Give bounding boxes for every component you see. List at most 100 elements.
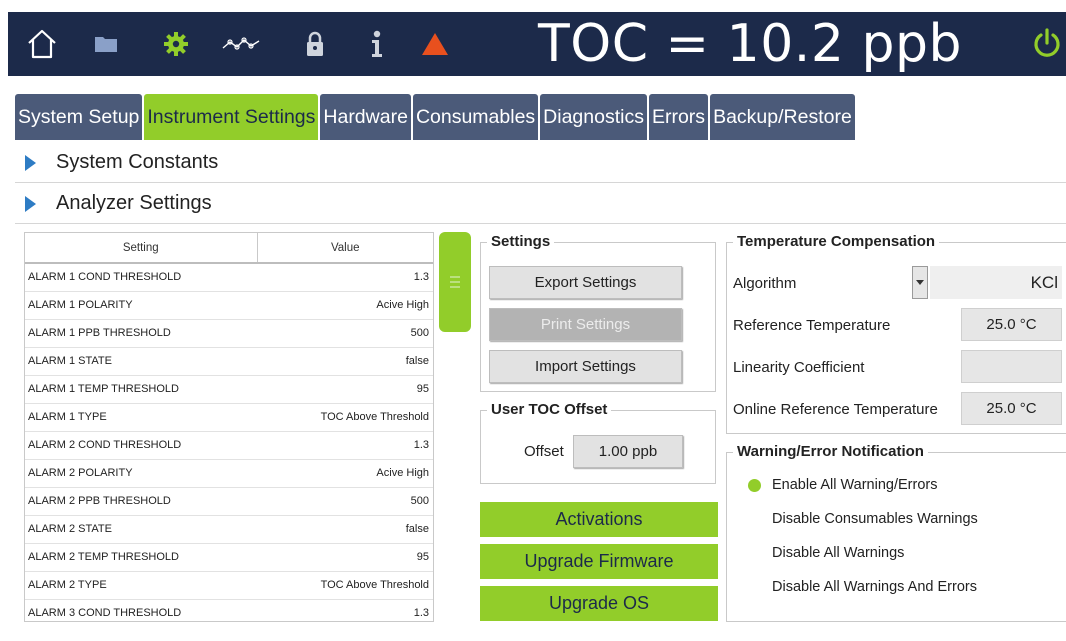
expand-arrow-icon [25, 195, 36, 212]
linearity-coefficient-input[interactable] [961, 350, 1062, 383]
tab-diagnostics[interactable]: Diagnostics [540, 94, 647, 140]
table-row[interactable]: ALARM 1 STATE false [25, 347, 433, 376]
settings-table[interactable]: Setting Value ALARM 1 COND THRESHOLD 1.3 … [24, 232, 434, 622]
table-row[interactable]: ALARM 1 TEMP THRESHOLD 95 [25, 375, 433, 404]
setting-value: 500 [257, 319, 433, 348]
section-label: System Constants [56, 151, 219, 173]
tab-hardware[interactable]: Hardware [320, 94, 411, 140]
home-icon[interactable] [20, 12, 64, 76]
setting-name: ALARM 2 PPB THRESHOLD [25, 487, 257, 516]
table-row[interactable]: ALARM 2 TYPE TOC Above Threshold [25, 571, 433, 600]
table-row[interactable]: ALARM 2 POLARITY Acive High [25, 459, 433, 488]
online-reference-temperature-label: Online Reference Temperature [733, 401, 938, 418]
toc-offset-legend: User TOC Offset [487, 401, 612, 418]
tab-instrument-settings[interactable]: Instrument Settings [144, 94, 319, 140]
setting-name: ALARM 2 TEMP THRESHOLD [25, 543, 257, 572]
table-row[interactable]: ALARM 2 COND THRESHOLD 1.3 [25, 431, 433, 460]
reference-temperature-input[interactable]: 25.0 °C [961, 308, 1062, 341]
table-row[interactable]: ALARM 2 PPB THRESHOLD 500 [25, 487, 433, 516]
offset-label: Offset [524, 443, 564, 460]
table-row[interactable]: ALARM 3 COND THRESHOLD 1.3 [25, 599, 433, 621]
table-row[interactable]: ALARM 1 COND THRESHOLD 1.3 [25, 263, 433, 292]
setting-name: ALARM 1 COND THRESHOLD [25, 263, 257, 292]
setting-name: ALARM 2 STATE [25, 515, 257, 544]
expand-arrow-icon [25, 154, 36, 171]
gear-icon[interactable] [156, 12, 196, 76]
setting-name: ALARM 1 TYPE [25, 403, 257, 432]
setting-value: 500 [257, 487, 433, 516]
setting-value: 1.3 [257, 263, 433, 292]
setting-name: ALARM 1 STATE [25, 347, 257, 376]
setting-value: 95 [257, 375, 433, 404]
column-header-setting[interactable]: Setting [25, 233, 258, 264]
warning-icon[interactable] [418, 12, 452, 76]
radio-selected-icon [748, 478, 761, 492]
radio-unselected-icon [748, 581, 761, 594]
algorithm-label: Algorithm [733, 275, 797, 292]
setting-name: ALARM 3 COND THRESHOLD [25, 599, 257, 621]
table-row[interactable]: ALARM 1 POLARITY Acive High [25, 291, 433, 320]
trend-icon[interactable] [218, 12, 264, 76]
table-row[interactable]: ALARM 2 STATE false [25, 515, 433, 544]
setting-name: ALARM 2 TYPE [25, 571, 257, 600]
tab-backup-restore[interactable]: Backup/Restore [710, 94, 855, 140]
analyzer-settings-section[interactable]: Analyzer Settings [15, 184, 1066, 224]
panel-handle[interactable] [439, 232, 471, 332]
setting-value: Acive High [257, 459, 433, 488]
system-constants-section[interactable]: System Constants [15, 143, 1066, 183]
disable-consumables-radio[interactable]: Disable Consumables Warnings [748, 508, 978, 530]
setting-name: ALARM 2 COND THRESHOLD [25, 431, 257, 460]
upgrade-os-button[interactable]: Upgrade OS [480, 586, 718, 621]
setting-value: false [257, 347, 433, 376]
setting-value: 1.3 [257, 599, 433, 621]
upgrade-firmware-button[interactable]: Upgrade Firmware [480, 544, 718, 579]
table-row[interactable]: ALARM 1 TYPE TOC Above Threshold [25, 403, 433, 432]
setting-value: 1.3 [257, 431, 433, 460]
notification-legend: Warning/Error Notification [733, 443, 928, 460]
folder-icon[interactable] [88, 12, 124, 76]
algorithm-select[interactable]: KCl [930, 266, 1062, 299]
table-row[interactable]: ALARM 2 TEMP THRESHOLD 95 [25, 543, 433, 572]
linearity-coefficient-label: Linearity Coefficient [733, 359, 865, 376]
setting-value: TOC Above Threshold [257, 403, 433, 432]
table-row[interactable]: ALARM 1 PPB THRESHOLD 500 [25, 319, 433, 348]
power-icon[interactable] [1028, 12, 1066, 76]
column-header-value[interactable]: Value [257, 233, 433, 264]
setting-name: ALARM 1 POLARITY [25, 291, 257, 320]
disable-warnings-errors-radio[interactable]: Disable All Warnings And Errors [748, 576, 977, 598]
setting-name: ALARM 1 PPB THRESHOLD [25, 319, 257, 348]
settings-legend: Settings [487, 233, 555, 250]
setting-name: ALARM 1 TEMP THRESHOLD [25, 375, 257, 404]
chevron-down-icon [916, 279, 924, 285]
tab-system-setup[interactable]: System Setup [15, 94, 143, 140]
online-reference-temperature-input[interactable]: 25.0 °C [961, 392, 1062, 425]
top-bar: TOC = 10.2 ppb [8, 12, 1066, 76]
tab-errors[interactable]: Errors [648, 94, 709, 140]
export-settings-button[interactable]: Export Settings [489, 266, 682, 299]
toc-readout: TOC = 10.2 ppb [538, 14, 962, 74]
setting-value: 95 [257, 543, 433, 572]
menu-lines-icon [450, 276, 460, 288]
radio-unselected-icon [748, 513, 761, 526]
setting-name: ALARM 2 POLARITY [25, 459, 257, 488]
radio-label: Disable All Warnings And Errors [772, 579, 977, 595]
algorithm-dropdown-toggle[interactable] [912, 266, 928, 299]
radio-label: Disable Consumables Warnings [772, 511, 978, 527]
radio-unselected-icon [748, 547, 761, 560]
disable-warnings-radio[interactable]: Disable All Warnings [748, 542, 904, 564]
radio-label: Enable All Warning/Errors [772, 477, 938, 493]
reference-temperature-label: Reference Temperature [733, 317, 891, 334]
radio-label: Disable All Warnings [772, 545, 905, 561]
offset-input[interactable]: 1.00 ppb [573, 435, 683, 468]
temp-comp-legend: Temperature Compensation [733, 233, 940, 250]
import-settings-button[interactable]: Import Settings [489, 350, 682, 383]
lock-icon[interactable] [298, 12, 332, 76]
activations-button[interactable]: Activations [480, 502, 718, 537]
tab-consumables[interactable]: Consumables [412, 94, 539, 140]
tab-bar: System Setup Instrument Settings Hardwar… [15, 94, 857, 140]
info-icon[interactable] [362, 12, 392, 76]
enable-all-radio[interactable]: Enable All Warning/Errors [748, 474, 937, 496]
print-settings-button[interactable]: Print Settings [489, 308, 682, 341]
setting-value: false [257, 515, 433, 544]
setting-value: TOC Above Threshold [257, 571, 433, 600]
